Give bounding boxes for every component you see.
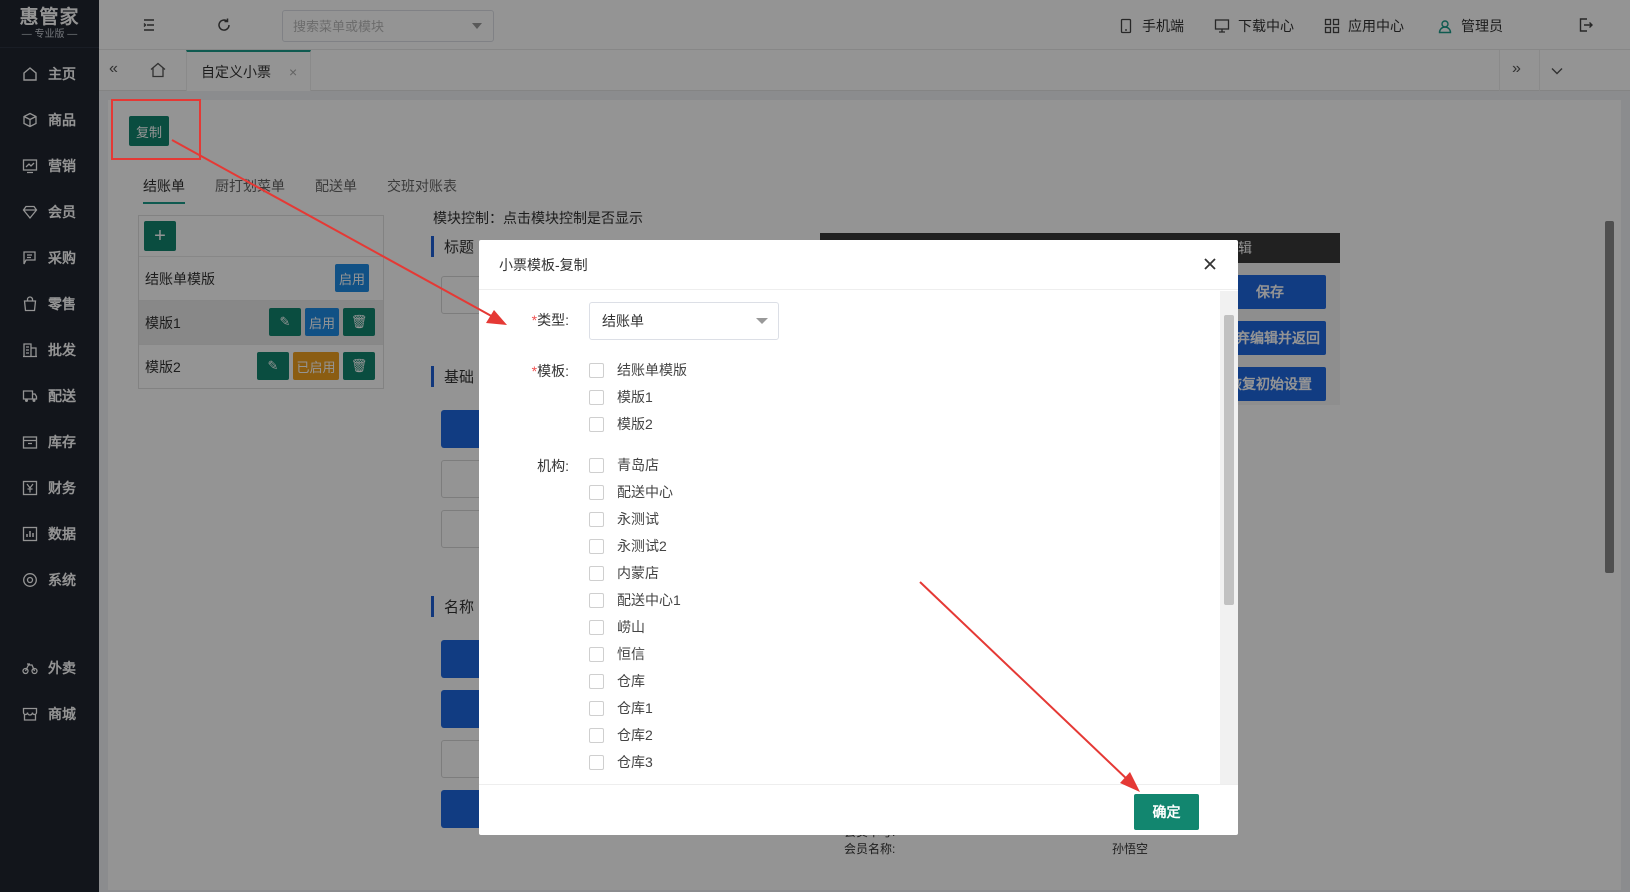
org-label: 机构: xyxy=(537,458,569,474)
dialog-body: *类型: 结账单 *模板: 结账单模版 模版1 模版2 机构: 青岛店 配送中心… xyxy=(479,291,1220,784)
org-checkbox[interactable]: 永测试 xyxy=(589,509,659,529)
type-select-value: 结账单 xyxy=(602,313,644,329)
confirm-button[interactable]: 确定 xyxy=(1134,794,1199,830)
org-checkbox[interactable]: 仓库3 xyxy=(589,752,653,772)
org-checkbox[interactable]: 崂山 xyxy=(589,617,645,637)
type-label: *类型: xyxy=(531,312,569,328)
close-icon[interactable] xyxy=(1200,254,1220,274)
dialog-footer: 确定 xyxy=(479,784,1238,835)
template-checkbox[interactable]: 结账单模版 xyxy=(589,360,687,380)
dialog-title: 小票模板-复制 xyxy=(499,256,588,273)
org-checkbox[interactable]: 恒信 xyxy=(589,644,645,664)
org-checkbox[interactable]: 仓库1 xyxy=(589,698,653,718)
copy-template-dialog: 小票模板-复制 *类型: 结账单 *模板: 结账单模版 模版1 模版2 机构: … xyxy=(479,240,1238,835)
org-checkbox[interactable]: 配送中心1 xyxy=(589,590,681,610)
chevron-down-icon xyxy=(756,318,768,324)
template-checkbox[interactable]: 模版2 xyxy=(589,414,653,434)
dialog-header: 小票模板-复制 xyxy=(479,240,1238,290)
type-select[interactable]: 结账单 xyxy=(589,302,779,340)
org-checkbox[interactable]: 配送中心 xyxy=(589,482,673,502)
org-checkbox[interactable]: 内蒙店 xyxy=(589,563,659,583)
template-checkbox[interactable]: 模版1 xyxy=(589,387,653,407)
org-checkbox[interactable]: 永测试2 xyxy=(589,536,667,556)
org-checkbox[interactable]: 仓库2 xyxy=(589,725,653,745)
template-label: *模板: xyxy=(531,363,569,379)
org-checkbox[interactable]: 仓库 xyxy=(589,671,645,691)
org-checkbox[interactable]: 青岛店 xyxy=(589,455,659,475)
dialog-scrollbar[interactable] xyxy=(1220,291,1238,784)
